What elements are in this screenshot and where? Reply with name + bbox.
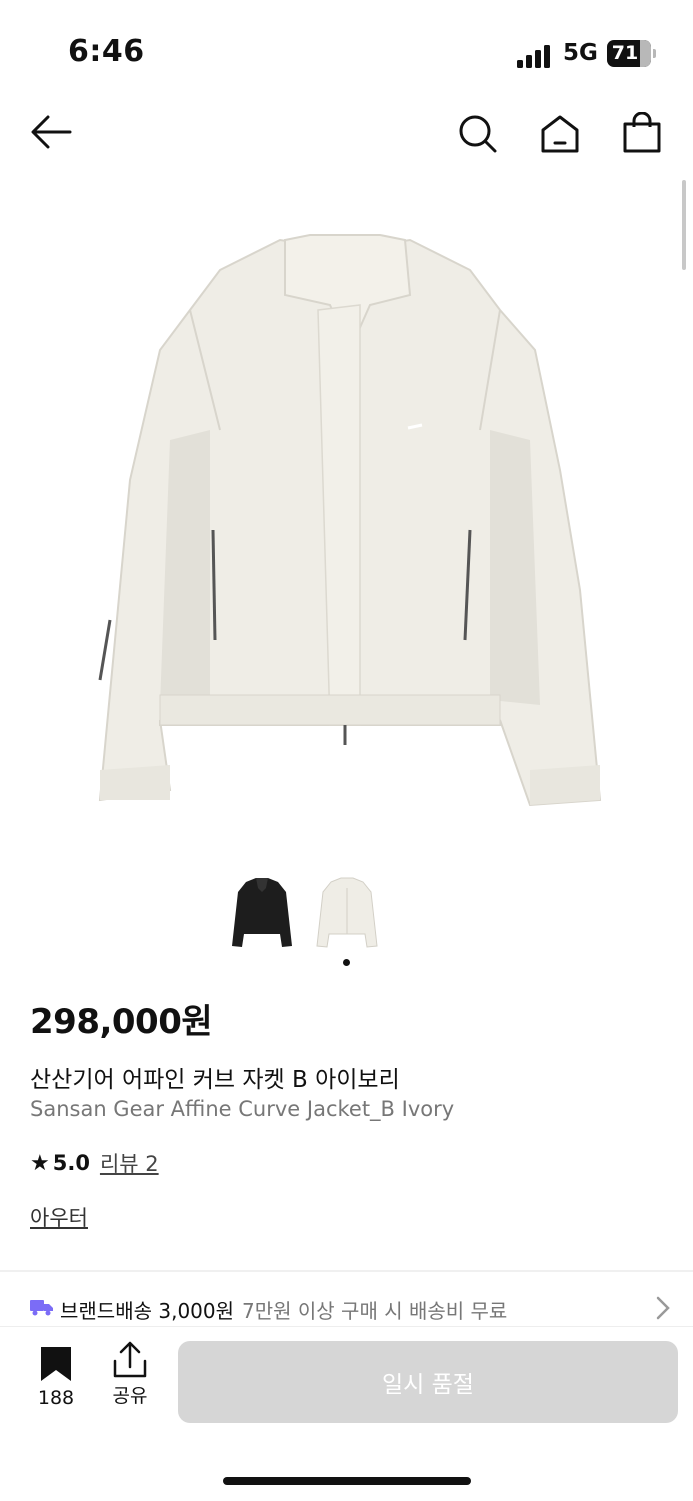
- signal-icon: [517, 42, 555, 68]
- product-image[interactable]: [60, 200, 640, 840]
- like-count: 188: [37, 1387, 75, 1409]
- shipping-label: 브랜드배송 3,000원: [60, 1298, 235, 1323]
- truck-icon: [30, 1297, 54, 1321]
- battery-icon: 71: [607, 40, 651, 67]
- carousel-indicator-dot: [343, 959, 350, 966]
- search-icon: [459, 115, 497, 153]
- share-button[interactable]: 공유: [104, 1341, 156, 1408]
- star-icon: ★: [30, 1150, 50, 1176]
- soldout-button[interactable]: 일시 품절: [178, 1341, 678, 1423]
- rating-score: 5.0: [52, 1151, 90, 1175]
- shipping-info-row[interactable]: 브랜드배송 3,000원 7만원 이상 구매 시 배송비 무료: [30, 1294, 670, 1324]
- shipping-desc: 7만원 이상 구매 시 배송비 무료: [242, 1298, 508, 1323]
- product-price: 298,000원: [30, 1002, 213, 1042]
- arrow-left-icon: [31, 115, 72, 149]
- back-button[interactable]: [30, 114, 72, 150]
- home-icon: [541, 115, 579, 153]
- product-name-ko: 산산기어 어파인 커브 자켓 B 아이보리: [30, 1067, 400, 1093]
- bookmark-icon: [41, 1347, 71, 1381]
- status-time: 6:46: [68, 34, 145, 69]
- rating-row: ★ 5.0 리뷰 2: [30, 1148, 159, 1178]
- search-button[interactable]: [458, 114, 498, 154]
- category-link[interactable]: 아우터: [30, 1202, 88, 1232]
- network-label: 5G: [563, 40, 598, 66]
- section-divider: [0, 1270, 693, 1272]
- share-icon: [113, 1341, 147, 1378]
- shopping-bag-icon: [623, 112, 661, 153]
- chevron-right-icon: [656, 1296, 670, 1325]
- top-nav: [0, 100, 693, 170]
- thumbnail-black[interactable]: [228, 872, 296, 952]
- battery-nub: [653, 49, 656, 58]
- thumbnail-ivory[interactable]: [313, 872, 381, 952]
- jacket-illustration: [98, 234, 602, 807]
- home-indicator: [223, 1477, 471, 1485]
- share-label: 공유: [112, 1385, 148, 1407]
- scrollbar[interactable]: [682, 180, 686, 270]
- product-name-en: Sansan Gear Affine Curve Jacket_B Ivory: [30, 1097, 455, 1121]
- review-link[interactable]: 리뷰 2: [100, 1148, 159, 1178]
- home-button[interactable]: [540, 114, 580, 154]
- cart-button[interactable]: [622, 112, 662, 154]
- bottom-action-bar: 188 공유 일시 품절: [0, 1326, 693, 1501]
- status-bar: 6:46 5G 71: [0, 0, 693, 100]
- like-button[interactable]: 188: [30, 1345, 82, 1409]
- battery-level: 71: [611, 42, 639, 64]
